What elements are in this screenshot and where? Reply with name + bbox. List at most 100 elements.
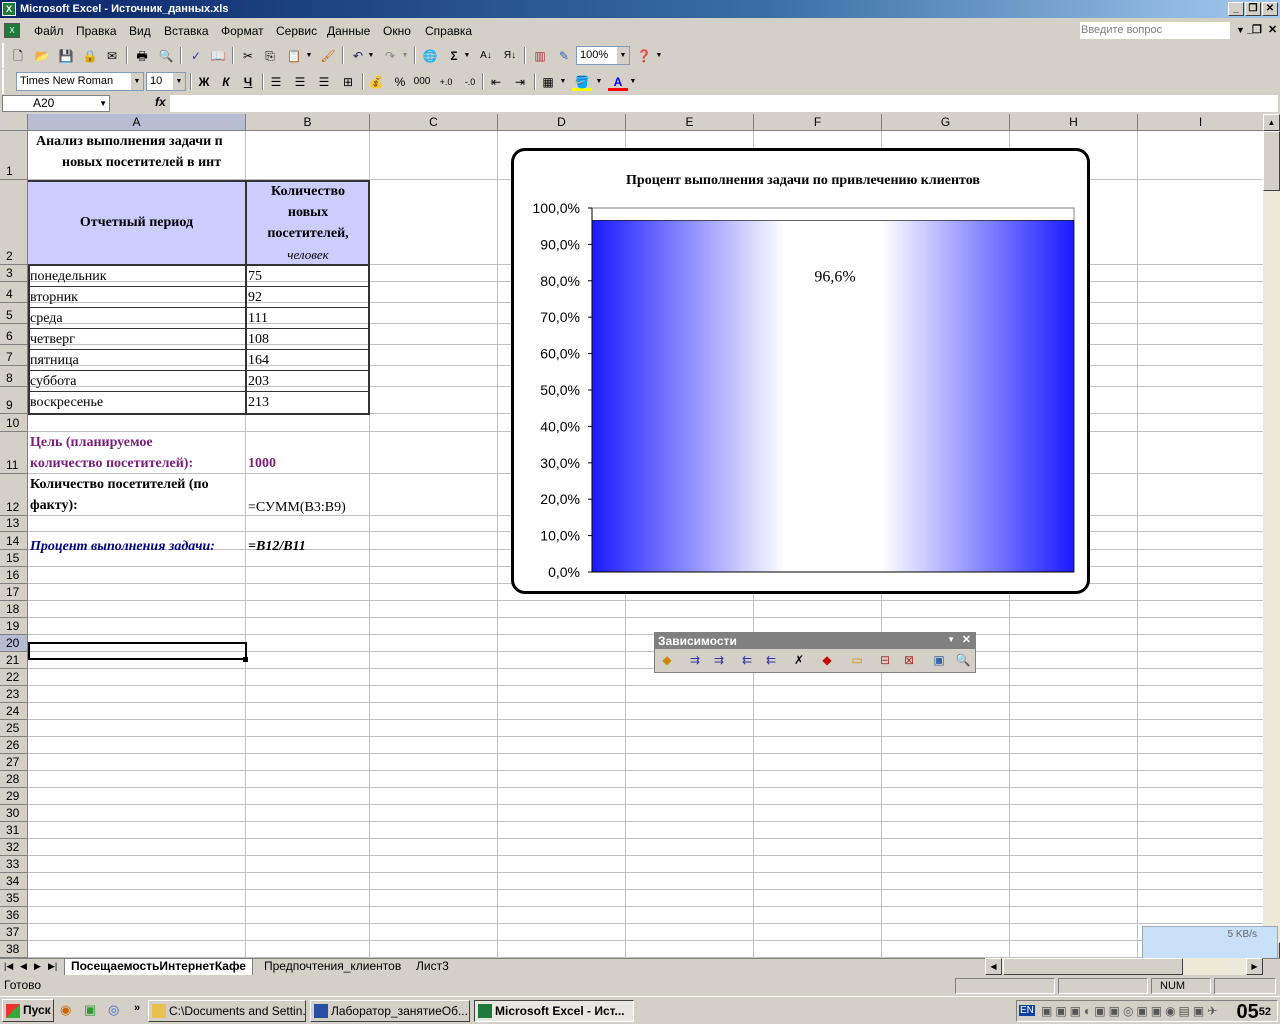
row-header-2[interactable]: 2 [0,180,28,265]
italic-button[interactable]: К [216,73,236,91]
chart-object[interactable]: Процент выполнения задачи по привлечению… [511,148,1090,594]
thousands-separator-button[interactable]: 000 [412,73,432,91]
row-header-28[interactable]: 28 [0,771,28,788]
undo-dropdown-icon[interactable]: ▼ [366,47,376,65]
menu-window[interactable]: Окно [383,24,411,38]
menu-format[interactable]: Формат [221,24,264,38]
row-header-21[interactable]: 21 [0,652,28,669]
underline-button[interactable]: Ч [238,73,258,91]
new-comment-icon[interactable]: ▭ [847,651,867,669]
row-header-10[interactable]: 10 [0,414,28,432]
email-icon[interactable]: ✉ [102,47,122,65]
percent-button[interactable]: % [390,73,410,91]
format-painter-icon[interactable]: 🖌 [318,47,338,65]
increase-indent-icon[interactable]: ⇥ [510,73,530,91]
row-header-13[interactable]: 13 [0,516,28,532]
first-sheet-icon[interactable]: |◀ [4,961,13,972]
start-button[interactable]: Пуск [2,999,54,1022]
align-left-icon[interactable]: ☰ [266,73,286,91]
column-header-c[interactable]: C [370,114,498,131]
quicklaunch-icon[interactable]: ▣ [84,1002,96,1018]
close-button[interactable]: ✕ [1262,2,1278,16]
circle-invalid-icon[interactable]: ⊟ [875,651,895,669]
prev-sheet-icon[interactable]: ◀ [20,961,27,972]
research-icon[interactable]: 📖 [208,47,228,65]
select-all-corner[interactable] [0,114,28,131]
print-icon[interactable]: 🖶 [132,47,152,65]
autosum-icon[interactable]: Σ [444,47,464,65]
cut-icon[interactable]: ✂ [238,47,258,65]
menu-file[interactable]: Файл [34,24,64,38]
next-sheet-icon[interactable]: ▶ [34,961,41,972]
bold-button[interactable]: Ж [194,73,214,91]
sort-ascending-icon[interactable]: A↓ [476,47,496,65]
new-document-icon[interactable]: 🗋 [8,47,28,65]
task-explorer[interactable]: C:\Documents and Settin... [148,1000,306,1022]
borders-icon[interactable]: ▦ [538,73,558,91]
task-excel[interactable]: Microsoft Excel - Ист... [474,1000,634,1022]
row-header-14[interactable]: 14 [0,532,28,550]
error-check-icon[interactable]: ◆ [657,651,677,669]
currency-icon[interactable]: 💰 [366,73,386,91]
row-header-19[interactable]: 19 [0,618,28,635]
remove-all-arrows-icon[interactable]: ✗ [789,651,809,669]
trace-precedents-icon[interactable]: ⇉ [685,651,705,669]
sheet-tab-preferences[interactable]: Предпочтения_клиентов [258,959,407,975]
paste-icon[interactable]: 📋 [284,47,304,65]
undo-icon[interactable]: ↶ [348,47,368,65]
doc-restore-button[interactable]: ❐ [1252,23,1262,36]
row-header-33[interactable]: 33 [0,856,28,873]
save-icon[interactable]: 💾 [56,47,76,65]
row-header-9[interactable]: 9 [0,387,28,414]
last-sheet-icon[interactable]: ▶| [48,961,57,972]
menu-help[interactable]: Справка [425,24,472,38]
ask-question-input[interactable]: Введите вопрос [1080,22,1230,39]
clear-circles-icon[interactable]: ⊠ [899,651,919,669]
decrease-decimal-icon[interactable]: -.0 [460,73,480,91]
scroll-up-icon[interactable]: ▲ [1263,114,1280,131]
merge-center-icon[interactable]: ⊞ [338,73,358,91]
column-header-e[interactable]: E [626,114,754,131]
row-header-24[interactable]: 24 [0,703,28,720]
help-icon[interactable]: ❓ [634,47,654,65]
row-header-23[interactable]: 23 [0,686,28,703]
minimize-button[interactable]: _ [1228,2,1244,16]
row-header-4[interactable]: 4 [0,282,28,303]
column-header-h[interactable]: H [1010,114,1138,131]
hyperlink-icon[interactable]: 🌐 [420,47,440,65]
font-size-select[interactable]: 10 ▼ [146,72,186,91]
active-cell-a20[interactable] [28,642,247,660]
row-header-11[interactable]: 11 [0,432,28,474]
vertical-scrollbar[interactable]: ▲ ▼ [1263,114,1280,959]
row-header-7[interactable]: 7 [0,345,28,366]
print-preview-icon[interactable]: 🔍 [156,47,176,65]
row-header-36[interactable]: 36 [0,907,28,924]
row-header-6[interactable]: 6 [0,324,28,345]
horizontal-scrollbar[interactable]: ◀ ▶ [985,958,1263,975]
row-header-25[interactable]: 25 [0,720,28,737]
row-header-29[interactable]: 29 [0,788,28,805]
column-header-i[interactable]: I [1138,114,1263,131]
menu-edit[interactable]: Правка [76,24,117,38]
redo-dropdown-icon[interactable]: ▼ [400,47,410,65]
trace-dependents-icon[interactable]: ⇇ [737,651,757,669]
row-header-15[interactable]: 15 [0,550,28,567]
column-header-g[interactable]: G [882,114,1010,131]
quicklaunch-icon[interactable]: ◎ [108,1002,119,1018]
formula-input[interactable] [170,95,1278,112]
zoom-select[interactable]: 100% ▼ [576,46,630,65]
open-folder-icon[interactable]: 📂 [32,47,52,65]
column-header-b[interactable]: B [246,114,370,131]
menu-view[interactable]: Вид [129,24,151,38]
menu-insert[interactable]: Вставка [164,24,209,38]
remove-precedents-icon[interactable]: ⇉ [709,651,729,669]
close-icon[interactable]: ✕ [962,633,971,646]
watch-window-icon[interactable]: ▣ [929,651,949,669]
drawing-icon[interactable]: ✎ [554,47,574,65]
permission-icon[interactable]: 🔒 [80,47,100,65]
row-header-12[interactable]: 12 [0,474,28,516]
column-header-f[interactable]: F [754,114,882,131]
copy-icon[interactable]: ⎘ [260,47,280,65]
fill-color-dropdown-icon[interactable]: ▼ [594,73,604,91]
autosum-dropdown-icon[interactable]: ▼ [462,47,472,65]
